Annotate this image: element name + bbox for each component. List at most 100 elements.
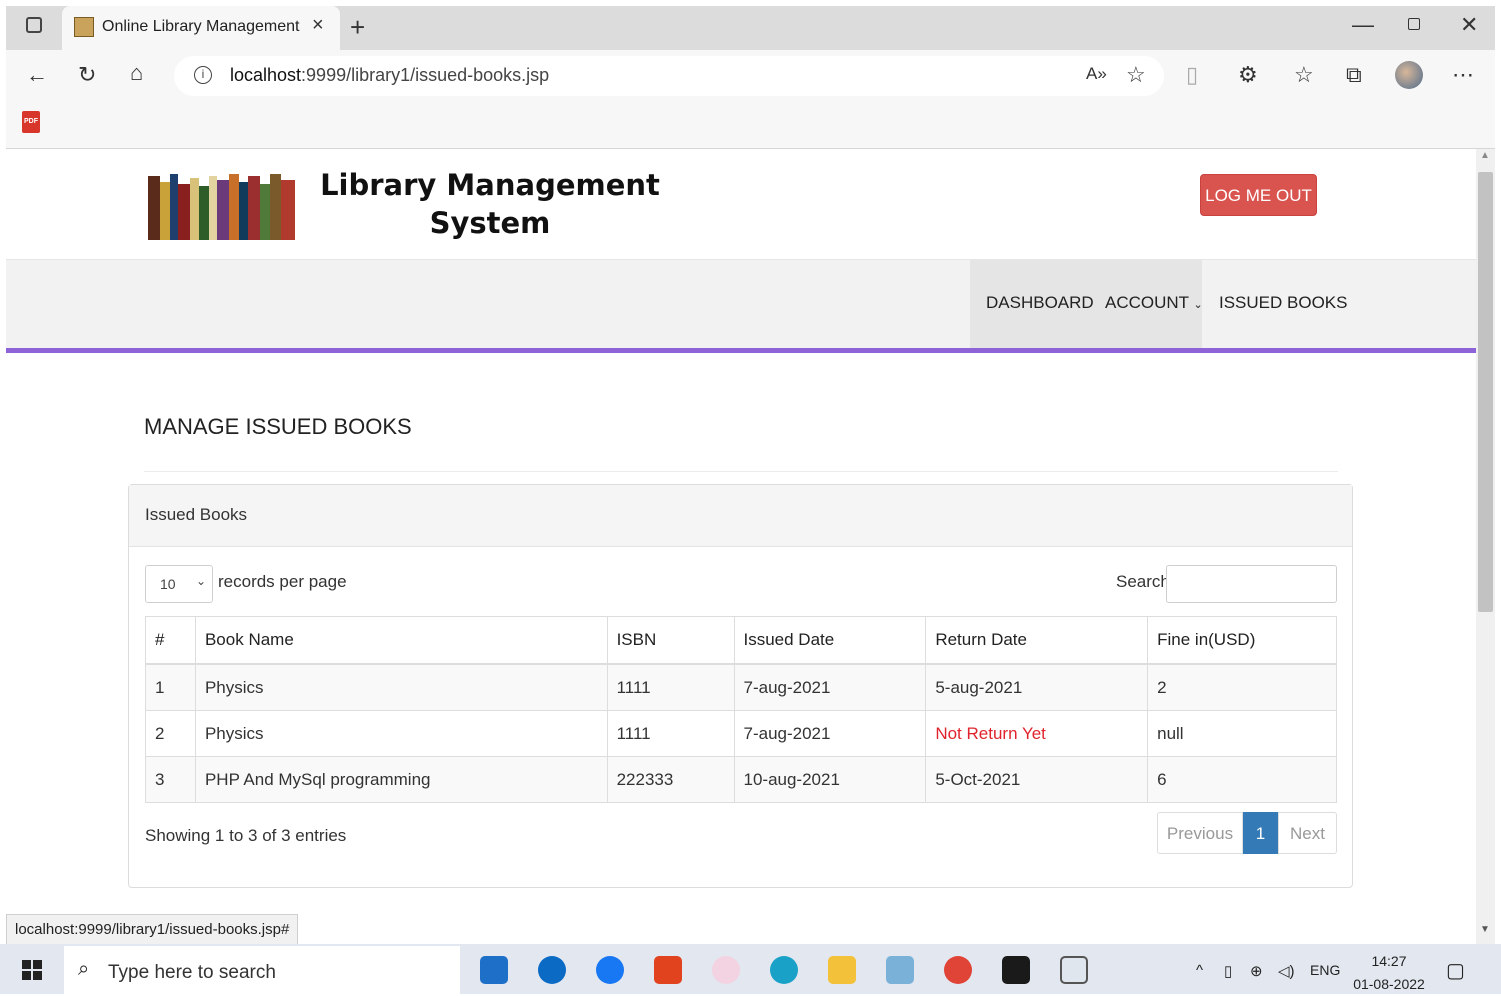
search-icon: ⌕ bbox=[78, 958, 90, 980]
issued-books-table: # Book Name ISBN Issued Date Return Date… bbox=[145, 616, 1337, 803]
new-tab-button[interactable]: + bbox=[350, 12, 365, 43]
notifications-icon[interactable]: ▢ bbox=[1446, 958, 1465, 983]
taskbar-search-placeholder: Type here to search bbox=[108, 962, 276, 983]
title-divider bbox=[144, 471, 1338, 472]
cell-fine: 2 bbox=[1147, 663, 1337, 711]
tab-actions-icon[interactable] bbox=[26, 17, 42, 33]
cell-book-name: Physics bbox=[194, 663, 608, 711]
column-header-return-date[interactable]: Return Date bbox=[925, 616, 1149, 665]
cell-number: 2 bbox=[145, 710, 196, 757]
notepad-icon[interactable] bbox=[886, 956, 914, 984]
scrollbar-thumb[interactable] bbox=[1478, 172, 1493, 612]
nav-accent-line bbox=[6, 348, 1476, 353]
panel-title: Issued Books bbox=[145, 505, 248, 524]
cell-book-name: Physics bbox=[194, 710, 608, 757]
edge-icon[interactable] bbox=[770, 956, 798, 984]
minimize-icon[interactable]: — bbox=[1352, 12, 1374, 38]
status-bar-url: localhost:9999/library1/issued-books.jsp… bbox=[6, 914, 299, 946]
taskbar-clock[interactable]: 14:27 01-08-2022 bbox=[1352, 950, 1426, 996]
scroll-down-icon[interactable]: ▼ bbox=[1480, 924, 1490, 935]
dell-icon[interactable] bbox=[538, 956, 566, 984]
records-per-page-select[interactable]: 10 ⌄ bbox=[145, 565, 213, 603]
cell-issued-date: 7-aug-2021 bbox=[733, 663, 927, 711]
clock-time: 14:27 bbox=[1371, 953, 1407, 969]
address-url[interactable]: localhost:9999/library1/issued-books.jsp bbox=[230, 65, 549, 86]
device-icon[interactable]: ▯ bbox=[1224, 962, 1232, 980]
favorites-bar bbox=[6, 102, 1495, 149]
search-input[interactable] bbox=[1166, 565, 1337, 603]
pagination-next[interactable]: Next bbox=[1278, 812, 1337, 854]
column-header-issued-date[interactable]: Issued Date bbox=[733, 616, 927, 665]
cell-number: 3 bbox=[145, 756, 196, 803]
cell-fine: 6 bbox=[1147, 756, 1337, 803]
snip-icon[interactable] bbox=[712, 956, 740, 984]
records-per-page-label: records per page bbox=[218, 572, 347, 591]
network-globe-icon[interactable]: ⊕ bbox=[1250, 962, 1263, 980]
table-header-row: # Book Name ISBN Issued Date Return Date… bbox=[145, 616, 1337, 665]
collections-icon[interactable]: ⧉ bbox=[1346, 62, 1362, 88]
scroll-up-icon[interactable]: ▲ bbox=[1480, 150, 1490, 161]
cell-issued-date: 7-aug-2021 bbox=[733, 710, 927, 757]
page-title: MANAGE ISSUED BOOKS bbox=[144, 414, 412, 439]
cell-isbn: 1111 bbox=[606, 710, 735, 757]
nav-dashboard[interactable]: DASHBOARD bbox=[986, 293, 1094, 313]
terminal-icon[interactable] bbox=[1002, 956, 1030, 984]
records-per-page-value: 10 bbox=[160, 576, 176, 592]
maximize-icon[interactable] bbox=[1408, 18, 1420, 30]
column-header-fine[interactable]: Fine in(USD) bbox=[1147, 616, 1337, 665]
nav-issued-books[interactable]: ISSUED BOOKS bbox=[1219, 293, 1347, 313]
back-icon[interactable]: ← bbox=[26, 62, 48, 88]
cell-issued-date: 10-aug-2021 bbox=[733, 756, 927, 803]
pdf-bookmark-icon[interactable]: PDF bbox=[22, 111, 40, 133]
clock-date: 01-08-2022 bbox=[1353, 976, 1425, 992]
table-row: 2 Physics 1111 7-aug-2021 Not Return Yet… bbox=[145, 710, 1337, 757]
cell-isbn: 1111 bbox=[606, 663, 735, 711]
facebook-icon[interactable] bbox=[596, 956, 624, 984]
column-header-isbn[interactable]: ISBN bbox=[606, 616, 735, 665]
cell-isbn: 222333 bbox=[606, 756, 735, 803]
language-indicator[interactable]: ENG bbox=[1310, 962, 1340, 978]
refresh-icon[interactable]: ↻ bbox=[78, 62, 96, 88]
library-favicon-icon bbox=[74, 17, 94, 37]
panel-heading bbox=[129, 485, 1352, 547]
extensions-icon[interactable]: ⚙ bbox=[1238, 62, 1258, 88]
library-logo bbox=[148, 174, 295, 240]
chevron-down-icon: ⌄ bbox=[1193, 299, 1203, 311]
cell-return-date-not-returned: Not Return Yet bbox=[925, 710, 1149, 757]
chrome-icon[interactable] bbox=[944, 956, 972, 984]
cell-book-name: PHP And MySql programming bbox=[194, 756, 608, 803]
pagination-page-1[interactable]: 1 bbox=[1243, 812, 1278, 854]
home-icon[interactable]: ⌂ bbox=[130, 60, 143, 86]
pagination-previous[interactable]: Previous bbox=[1157, 812, 1243, 854]
reading-view-icon[interactable]: ▯ bbox=[1186, 62, 1198, 88]
column-header-book-name[interactable]: Book Name bbox=[194, 616, 608, 665]
app-window-icon[interactable] bbox=[1060, 956, 1088, 984]
profile-avatar[interactable] bbox=[1395, 61, 1423, 89]
window-close-icon[interactable]: ✕ bbox=[1460, 12, 1478, 38]
nav-account[interactable]: ACCOUNT ⌄ bbox=[1105, 293, 1203, 313]
tab-title: Online Library Management Syst bbox=[102, 18, 302, 35]
office-icon[interactable] bbox=[654, 956, 682, 984]
site-title: Library Management System bbox=[320, 168, 660, 240]
cell-return-date: 5-Oct-2021 bbox=[925, 756, 1149, 803]
file-explorer-icon[interactable] bbox=[828, 956, 856, 984]
more-menu-icon[interactable]: ⋯ bbox=[1452, 62, 1474, 88]
logout-button[interactable]: LOG ME OUT bbox=[1200, 174, 1317, 216]
chevron-down-icon: ⌄ bbox=[196, 574, 207, 588]
table-row: 3 PHP And MySql programming 222333 10-au… bbox=[145, 756, 1337, 803]
table-info: Showing 1 to 3 of 3 entries bbox=[145, 826, 347, 845]
windows-start-icon[interactable] bbox=[22, 960, 42, 980]
site-info-icon[interactable]: i bbox=[194, 66, 212, 84]
cell-fine: null bbox=[1147, 710, 1337, 757]
mail-icon[interactable] bbox=[480, 956, 508, 984]
volume-icon[interactable]: ◁) bbox=[1278, 962, 1295, 980]
tab-close-icon[interactable]: × bbox=[312, 14, 324, 37]
column-header-number[interactable]: # bbox=[145, 616, 196, 665]
tray-chevron-up-icon[interactable]: ^ bbox=[1196, 962, 1203, 979]
cell-return-date: 5-aug-2021 bbox=[925, 663, 1149, 711]
read-aloud-icon[interactable]: A» bbox=[1086, 64, 1107, 84]
add-favorite-icon[interactable]: ☆ bbox=[1126, 62, 1146, 88]
favorites-icon[interactable]: ☆ bbox=[1294, 62, 1314, 88]
table-row: 1 Physics 1111 7-aug-2021 5-aug-2021 2 bbox=[145, 663, 1337, 711]
cell-number: 1 bbox=[145, 663, 196, 711]
